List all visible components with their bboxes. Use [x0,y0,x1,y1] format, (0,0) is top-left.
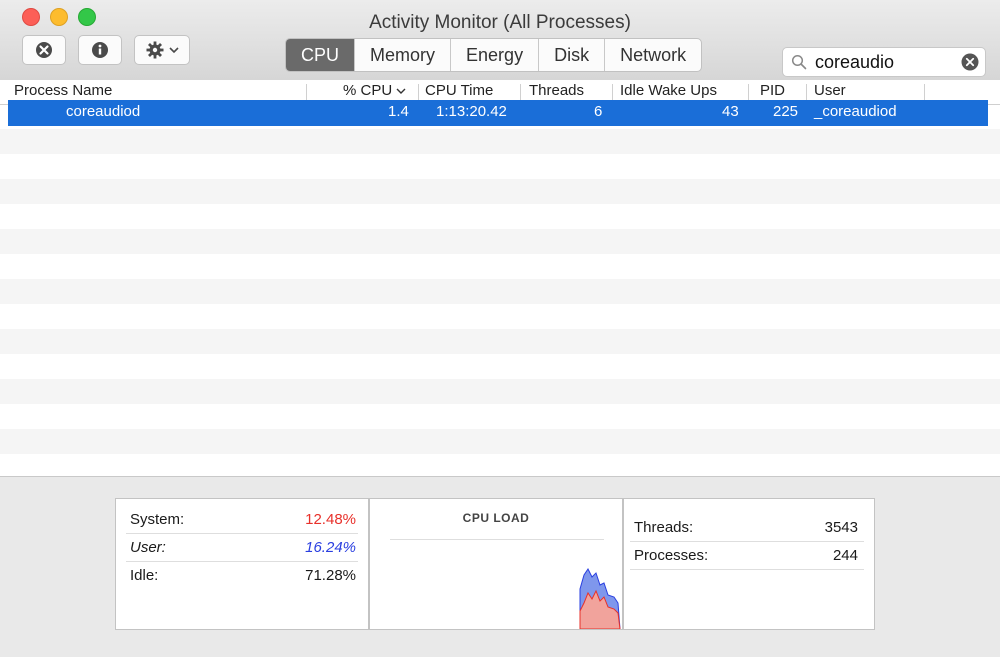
user-cell: _coreaudiod [814,103,897,120]
info-icon [92,42,108,58]
process-name-cell: coreaudiod [66,103,141,120]
user-label: User: [130,539,166,556]
column-divider[interactable] [418,84,419,100]
cpu-load-graph [579,568,621,629]
processes-label: Processes: [634,547,709,564]
system-value: 12.48% [305,511,356,528]
stop-process-button[interactable] [22,35,66,65]
empty-row [0,379,1000,404]
zoom-window-button[interactable] [78,8,96,26]
column-threads[interactable]: Threads [529,82,584,99]
threads-stat: Threads: 3543 [624,513,874,541]
activity-monitor-window: Activity Monitor (All Processes) CPU Mem… [0,0,1000,657]
tab-network[interactable]: Network [604,39,701,71]
search-icon [791,54,807,70]
table-row[interactable]: coreaudiod 1.4 1:13:20.42 6 43 225 _core… [8,100,988,126]
search-input[interactable]: coreaudio [815,52,894,73]
cpu-usage-panel: System: 12.48% User: 16.24% Idle: 71.28% [115,498,369,630]
threads-cell: 6 [594,103,603,120]
empty-row [0,129,1000,154]
user-stat: User: 16.24% [116,533,368,561]
window-title: Activity Monitor (All Processes) [369,12,631,33]
column-cpu[interactable]: % CPU [343,82,406,99]
column-divider[interactable] [612,84,613,100]
cpu-time-cell: 1:13:20.42 [436,103,507,120]
column-idle-wake-ups[interactable]: Idle Wake Ups [620,82,717,99]
sort-descending-icon [396,88,406,94]
threads-value: 3543 [824,519,858,536]
view-tabs: CPU Memory Energy Disk Network [285,38,703,72]
column-divider[interactable] [520,84,521,100]
empty-row [0,229,1000,254]
empty-row [0,329,1000,354]
column-cpu-label: % CPU [343,82,393,99]
system-stat: System: 12.48% [116,505,368,533]
action-menu-button[interactable] [134,35,190,65]
search-field[interactable]: coreaudio [782,47,986,77]
tab-cpu[interactable]: CPU [286,39,355,71]
cpu-load-panel: CPU LOAD [369,498,623,630]
column-divider[interactable] [306,84,307,100]
idle-value: 71.28% [305,567,356,584]
gear-icon [146,41,164,59]
stop-process-icon [36,42,52,58]
column-cpu-time[interactable]: CPU Time [425,82,493,99]
user-value: 16.24% [305,539,356,556]
chevron-down-icon [169,47,179,54]
tab-disk[interactable]: Disk [538,39,604,71]
clear-search-icon[interactable] [961,53,979,71]
inspect-process-button[interactable] [78,35,122,65]
threads-processes-panel: Threads: 3543 Processes: 244 [623,498,875,630]
column-user[interactable]: User [814,82,846,99]
system-label: System: [130,511,185,528]
idle-wake-ups-cell: 43 [722,103,739,120]
column-pid[interactable]: PID [760,82,785,99]
tab-memory[interactable]: Memory [354,39,450,71]
column-divider[interactable] [748,84,749,100]
pid-cell: 225 [773,103,799,120]
empty-row [0,179,1000,204]
divider [630,569,864,570]
process-table [0,104,1000,476]
processes-value: 244 [832,547,858,564]
empty-row [0,429,1000,454]
minimize-window-button[interactable] [50,8,68,26]
idle-stat: Idle: 71.28% [116,561,368,589]
column-process-name[interactable]: Process Name [14,82,112,99]
cpu-cell: 1.4 [388,103,409,120]
processes-stat: Processes: 244 [624,541,874,569]
threads-label: Threads: [634,519,694,536]
toolbar: Activity Monitor (All Processes) CPU Mem… [0,0,1000,81]
close-window-button[interactable] [22,8,40,26]
tab-energy[interactable]: Energy [450,39,538,71]
column-divider[interactable] [806,84,807,100]
empty-row [0,279,1000,304]
idle-label: Idle: [130,567,159,584]
column-divider[interactable] [924,84,925,100]
